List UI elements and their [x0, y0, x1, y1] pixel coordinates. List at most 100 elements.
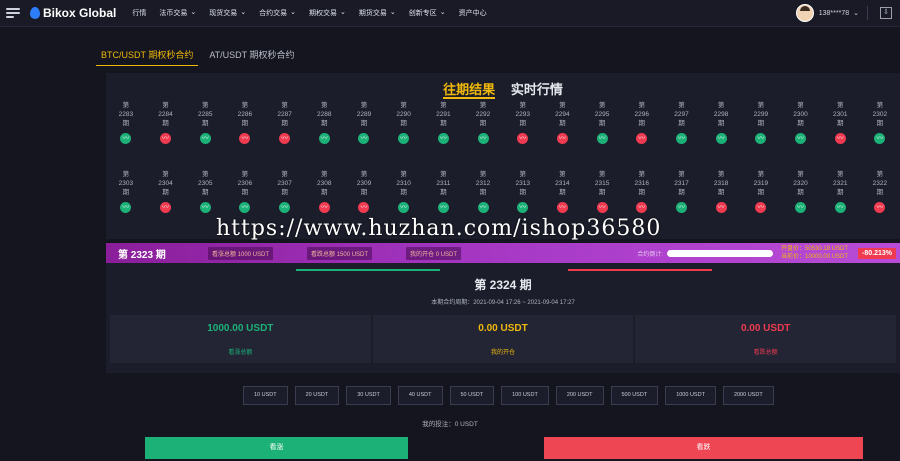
trend-up-icon: 〰	[675, 202, 687, 213]
period-prefix: 第	[360, 171, 368, 178]
chevron-down-icon[interactable]: ⌄	[853, 9, 859, 17]
amount-option[interactable]: 10 USDT	[243, 386, 288, 405]
period-prefix: 第	[122, 102, 130, 109]
countdown-label: 合约倒计:	[637, 251, 663, 258]
period-number: 2287	[277, 111, 292, 118]
period-suffix: 期	[400, 120, 407, 127]
period-number: 2300	[793, 111, 808, 118]
period-result: 第 2288 期〰	[304, 101, 344, 144]
nav-item[interactable]: 法币交易	[159, 8, 187, 18]
amount-option[interactable]: 40 USDT	[397, 386, 443, 405]
nav-item[interactable]: 行情	[132, 8, 146, 18]
period-prefix: 第	[598, 102, 606, 109]
period-prefix: 第	[519, 171, 526, 178]
amount-option[interactable]: 200 USDT	[555, 386, 604, 405]
tab-realtime-quotes[interactable]: 实时行情	[511, 82, 563, 97]
amount-option[interactable]: 50 USDT	[449, 386, 495, 405]
trend-up-icon: 〰	[596, 133, 608, 144]
period-result: 第 2317 期〰	[662, 170, 702, 213]
period-number: 2313	[515, 180, 530, 187]
period-suffix: 期	[519, 189, 526, 196]
menu-icon[interactable]	[6, 8, 20, 18]
period-suffix: 期	[122, 189, 130, 196]
amount-option[interactable]: 1000 USDT	[665, 386, 716, 405]
avatar[interactable]	[795, 4, 814, 22]
tab-btc-usdt[interactable]: BTC/USDT 期权秒合约	[96, 46, 199, 66]
brand-logo[interactable]: Bikox Global	[30, 6, 116, 20]
stat-label: 我的开仓	[491, 349, 516, 356]
trend-up-icon: 〰	[437, 133, 449, 144]
nav-item[interactable]: 现货交易	[209, 8, 237, 18]
period-prefix: 第	[122, 171, 130, 178]
trend-down-icon: 〰	[636, 133, 648, 144]
period-result: 第 2296 期〰	[622, 101, 662, 144]
period-result: 第 2303 期〰	[106, 170, 146, 213]
period-prefix: 第	[559, 102, 566, 109]
user-phone[interactable]: 138****78	[819, 10, 849, 17]
change-percent-badge: -80.213%	[858, 247, 896, 259]
nav-item[interactable]: 期货交易	[359, 8, 387, 18]
period-prefix: 第	[321, 171, 328, 178]
period-result: 第 2315 期〰	[582, 170, 622, 213]
period-number: 2292	[475, 111, 491, 118]
chevron-down-icon[interactable]: ⌄	[440, 8, 446, 18]
trend-up-icon: 〰	[358, 133, 370, 144]
amount-option[interactable]: 100 USDT	[501, 386, 549, 405]
period-prefix: 第	[876, 171, 884, 178]
period-result: 第 2312 期〰	[463, 170, 503, 213]
trend-up-icon: 〰	[795, 202, 807, 213]
period-result: 第 2319 期〰	[741, 170, 781, 213]
period-number: 2309	[356, 180, 372, 187]
user-area: 138****78 ⌄ ⇩	[795, 0, 900, 26]
period-suffix: 期	[876, 120, 884, 127]
period-result: 第 2314 期〰	[543, 170, 583, 213]
amount-option[interactable]: 20 USDT	[294, 386, 340, 405]
period-prefix: 第	[360, 102, 368, 109]
nav-item[interactable]: 合约交易	[259, 8, 287, 18]
nav-item[interactable]: 创新专区	[409, 8, 437, 18]
divider	[867, 6, 868, 20]
period-prefix: 第	[678, 102, 685, 109]
my-investment: 我的投注：0 USDT	[422, 421, 478, 428]
download-icon[interactable]: ⇩	[880, 7, 892, 19]
open-price: 开盘价：50530.18 USDT	[781, 246, 849, 252]
period-result: 第 2284 期〰	[146, 101, 186, 144]
period-result: 第 2295 期〰	[582, 101, 622, 144]
trend-down-icon: 〰	[160, 202, 172, 213]
nav-item[interactable]: 期权交易	[309, 8, 337, 18]
period-number: 2320	[793, 180, 808, 187]
period-prefix: 第	[479, 102, 487, 109]
amount-option[interactable]: 2000 USDT	[722, 386, 774, 405]
period-suffix: 期	[479, 189, 487, 196]
trend-up-icon: 〰	[437, 202, 449, 213]
chevron-down-icon[interactable]: ⌄	[190, 8, 196, 18]
nav-item[interactable]: 资产中心	[459, 8, 487, 18]
period-suffix: 期	[241, 189, 249, 196]
period-suffix: 期	[162, 120, 169, 127]
trend-down-icon: 〰	[755, 202, 767, 213]
period-prefix: 第	[797, 102, 804, 109]
period-number: 2317	[674, 180, 689, 187]
chevron-down-icon[interactable]: ⌄	[240, 8, 246, 18]
amount-option[interactable]: 30 USDT	[346, 386, 391, 405]
trend-down-icon: 〰	[715, 202, 727, 213]
stat-label: 看跌总额	[753, 349, 778, 356]
period-result: 第 2321 期〰	[820, 170, 860, 213]
period-prefix: 第	[440, 171, 447, 178]
period-suffix: 期	[797, 120, 804, 127]
buy-fall-button[interactable]: 看跌	[544, 437, 863, 459]
chevron-down-icon[interactable]: ⌄	[340, 8, 346, 18]
tab-at-usdt[interactable]: AT/USDT 期权秒合约	[204, 46, 299, 66]
period-suffix: 期	[717, 120, 725, 127]
period-number: 2283	[118, 111, 134, 118]
period-suffix: 期	[678, 120, 685, 127]
current-period-number: 第 2323 期	[118, 249, 166, 261]
buy-rise-button[interactable]: 看涨	[145, 437, 408, 459]
chevron-down-icon[interactable]: ⌄	[290, 8, 296, 18]
tab-history-results[interactable]: 往期结果	[443, 82, 496, 99]
amount-option[interactable]: 500 USDT	[610, 386, 659, 405]
period-prefix: 第	[400, 102, 407, 109]
trend-down-icon: 〰	[318, 202, 330, 213]
chevron-down-icon[interactable]: ⌄	[390, 8, 396, 18]
price-info: 开盘价：50530.18 USDT 当前价：10000.00 USDT	[781, 245, 848, 261]
